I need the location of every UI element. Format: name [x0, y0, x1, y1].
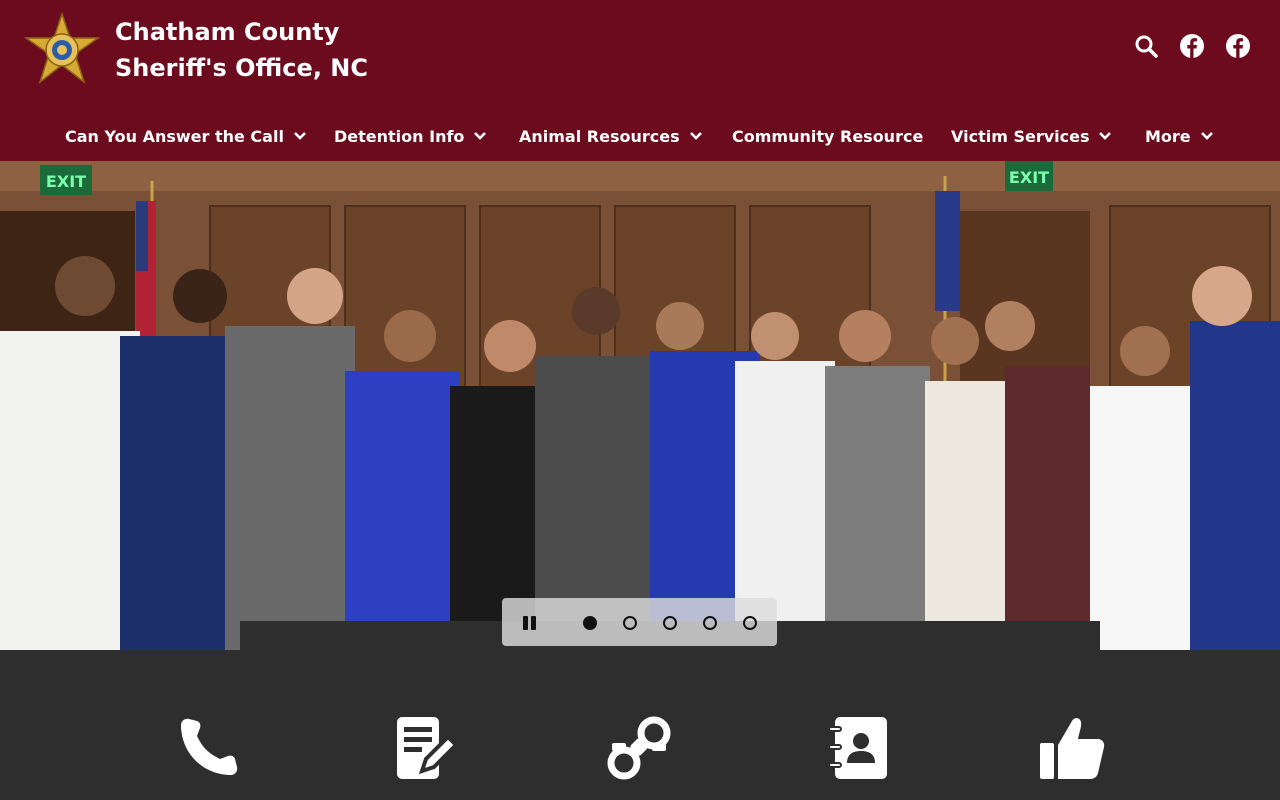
thumbs-up-icon — [1040, 718, 1105, 779]
site-title-line2: Sheriff's Office, NC — [115, 54, 368, 82]
main-nav: Can You Answer the Call Detention Info A… — [0, 118, 1280, 154]
nav-item-label: More — [1145, 126, 1191, 146]
slide-dot-4[interactable] — [703, 616, 717, 630]
nav-item-more[interactable]: More — [1145, 118, 1215, 154]
chevron-down-icon — [689, 132, 702, 140]
exit-sign-text: EXIT — [46, 172, 86, 191]
pause-icon — [531, 616, 536, 630]
form-icon — [397, 717, 458, 779]
site-title-line1: Chatham County — [115, 18, 340, 46]
slide-dot-1[interactable] — [583, 616, 597, 630]
exit-sign-text: EXIT — [1009, 168, 1049, 187]
contacts-icon — [828, 717, 887, 779]
nav-item-animal-resources[interactable]: Animal Resources — [519, 118, 704, 154]
chevron-down-icon — [294, 132, 306, 140]
site-title[interactable]: Chatham County Sheriff's Office, NC — [115, 14, 368, 86]
quick-link-feedback[interactable] — [1036, 712, 1108, 784]
search-icon[interactable] — [1134, 34, 1158, 58]
quick-link-phone[interactable] — [172, 712, 244, 784]
pause-icon — [523, 616, 528, 630]
slide-dot-3[interactable] — [663, 616, 677, 630]
slide-dot-5[interactable] — [743, 616, 757, 630]
quick-links — [0, 650, 1280, 800]
quick-link-detention[interactable] — [604, 712, 676, 784]
quick-link-form[interactable] — [389, 712, 461, 784]
nav-item-answer-the-call[interactable]: Can You Answer the Call — [65, 118, 308, 154]
nav-item-label: Victim Services — [951, 126, 1090, 146]
pause-button[interactable] — [520, 613, 540, 631]
slider-controls — [502, 598, 777, 646]
sheriff-badge-icon[interactable] — [22, 12, 102, 88]
facebook-icon[interactable] — [1226, 34, 1250, 58]
quick-link-contacts[interactable] — [820, 712, 892, 784]
chevron-down-icon — [1200, 132, 1213, 140]
handcuffs-icon — [607, 716, 671, 780]
chevron-down-icon — [1099, 132, 1112, 140]
nav-item-community-resource[interactable]: Community Resource — [732, 118, 923, 154]
nav-item-victim-services[interactable]: Victim Services — [951, 118, 1113, 154]
hero-slideshow[interactable]: EXIT EXIT — [0, 161, 1280, 650]
hero-photo: EXIT EXIT — [0, 161, 1280, 650]
nav-item-detention-info[interactable]: Detention Info — [334, 118, 488, 154]
facebook-icon[interactable] — [1180, 34, 1204, 58]
nav-item-label: Animal Resources — [519, 126, 680, 146]
site-header: Chatham County Sheriff's Office, NC Can … — [0, 0, 1280, 161]
nav-item-label: Can You Answer the Call — [65, 126, 284, 146]
slide-dot-2[interactable] — [623, 616, 637, 630]
phone-icon — [181, 718, 238, 775]
header-actions — [1134, 34, 1250, 58]
nav-item-label: Detention Info — [334, 126, 465, 146]
chevron-down-icon — [474, 132, 487, 140]
nav-item-label: Community Resource — [732, 126, 924, 146]
